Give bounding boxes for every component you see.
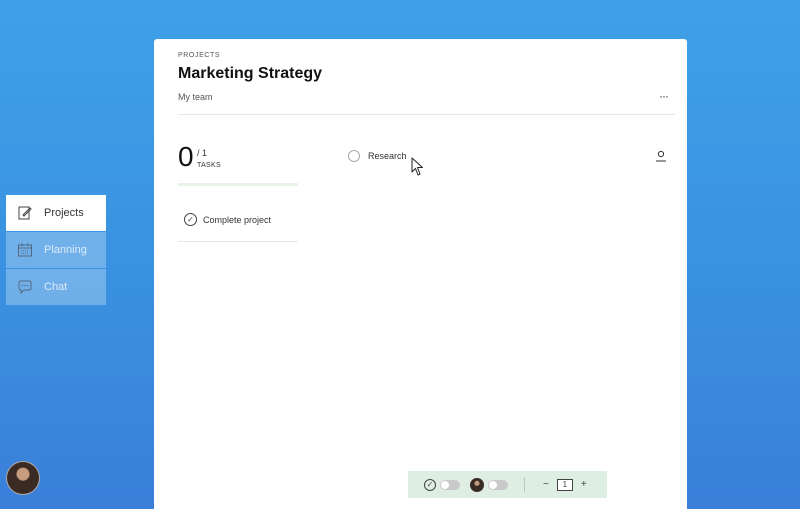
user-avatar[interactable]	[6, 461, 40, 495]
my-tasks-toggle[interactable]	[488, 479, 508, 490]
nav-item-planning[interactable]: Planning	[6, 232, 106, 268]
complete-project-label: Complete project	[203, 214, 272, 225]
breadcrumb: PROJECTS	[178, 52, 221, 59]
zoom-out-button[interactable]: −	[543, 479, 549, 490]
chat-bubble-icon	[16, 278, 34, 296]
nav-item-label: Projects	[44, 207, 84, 219]
nav-item-label: Chat	[44, 281, 68, 293]
page-title: Marketing Strategy	[178, 65, 323, 82]
edit-note-icon	[16, 204, 34, 222]
tasks-label: TASKS	[197, 162, 221, 169]
bottom-toolbar: ✓ − 1 +	[408, 471, 607, 498]
calendar-icon	[16, 241, 34, 259]
tasks-total-count: / 1	[197, 148, 208, 158]
page-number[interactable]: 1	[556, 478, 573, 491]
team-label[interactable]: My team	[178, 92, 213, 102]
complete-project-button[interactable]: ✓ Complete project	[178, 202, 298, 242]
avatar	[470, 477, 484, 492]
nav-item-label: Planning	[44, 244, 87, 256]
assign-person-icon[interactable]	[655, 150, 667, 162]
task-label: Research	[368, 151, 407, 161]
header-divider	[178, 114, 675, 115]
tasks-done-count: 0	[178, 141, 194, 172]
check-circle-icon: ✓	[184, 213, 197, 226]
show-completed-toggle[interactable]	[440, 479, 460, 490]
left-nav: Projects Planning Chat	[6, 195, 106, 306]
nav-item-projects[interactable]: Projects	[6, 195, 106, 231]
check-circle-icon: ✓	[424, 478, 436, 491]
nav-item-chat[interactable]: Chat	[6, 269, 106, 305]
task-checkbox[interactable]	[348, 150, 360, 162]
more-options-icon[interactable]: ···	[659, 89, 669, 103]
project-card: PROJECTS Marketing Strategy My team ··· …	[154, 39, 687, 509]
task-item-research[interactable]: Research	[348, 150, 407, 162]
toolbar-divider	[524, 477, 525, 492]
mouse-cursor-icon	[411, 157, 423, 176]
zoom-in-button[interactable]: +	[581, 479, 587, 490]
tasks-progress-bar	[178, 183, 298, 186]
